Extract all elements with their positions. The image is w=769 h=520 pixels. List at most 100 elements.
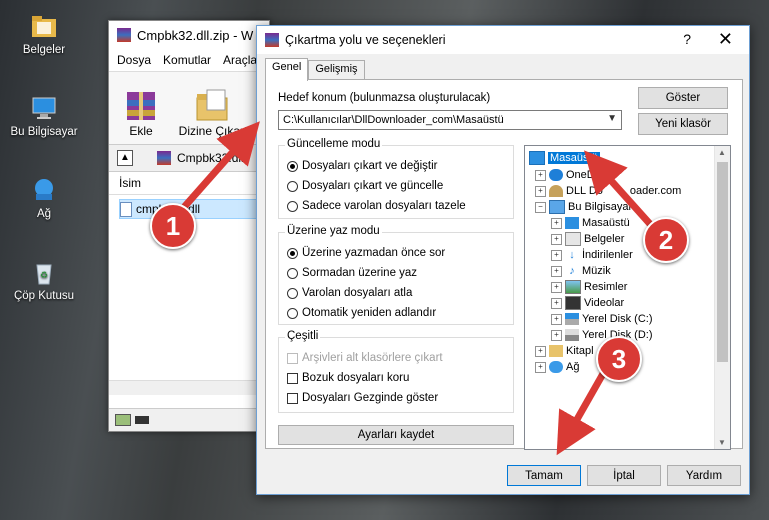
desktop-icon-documents[interactable]: Belgeler	[4, 12, 84, 56]
svg-text:♻: ♻	[40, 270, 48, 280]
add-button[interactable]: Ekle	[109, 72, 173, 144]
drive-icon	[565, 313, 579, 325]
computer-icon	[549, 200, 565, 214]
expand-icon[interactable]: +	[535, 361, 546, 373]
menu-file[interactable]: Dosya	[117, 53, 151, 67]
misc-option[interactable]: Bozuk dosyaları koru	[287, 372, 409, 384]
add-label: Ekle	[129, 124, 153, 138]
tree-scrollbar[interactable]: ▲ ▼	[714, 146, 730, 449]
pictures-icon	[565, 280, 581, 294]
expand-icon[interactable]: +	[551, 313, 562, 325]
tab-advanced[interactable]: Gelişmiş	[308, 60, 365, 81]
radio-button[interactable]	[287, 180, 298, 192]
winrar-app-icon	[117, 28, 131, 42]
expand-icon[interactable]: +	[535, 345, 546, 357]
radio-button[interactable]	[287, 267, 298, 279]
column-header-name[interactable]: İsim	[109, 172, 269, 195]
tree-item-drive-c[interactable]: + Yerel Disk (C:)	[551, 311, 653, 327]
desktop-icon-this-pc[interactable]: Bu Bilgisayar	[4, 94, 84, 138]
radio-button[interactable]	[287, 287, 298, 299]
radio-button[interactable]	[287, 200, 298, 212]
tree-item-pictures[interactable]: + Resimler	[551, 279, 627, 295]
scroll-up-icon[interactable]: ▲	[718, 148, 726, 157]
tree-item-user[interactable]: + DLL Do oader.com	[535, 183, 681, 199]
extract-folder-icon	[196, 89, 228, 121]
folder-tree[interactable]: Masaüstü + OneDr + DLL Do oader.com − Bu …	[524, 145, 731, 450]
tree-item-libraries[interactable]: + Kitapl	[535, 343, 594, 359]
tab-general[interactable]: Genel	[265, 58, 309, 81]
show-button[interactable]: Göster	[638, 87, 728, 109]
up-folder-icon[interactable]: ▲	[117, 150, 133, 166]
menu-tools[interactable]: Araçla	[223, 53, 257, 67]
scrollbar-thumb[interactable]	[717, 162, 728, 362]
music-icon: ♪	[569, 265, 575, 277]
help-button[interactable]: Yardım	[667, 465, 741, 486]
desktop-icon-network[interactable]: Ağ	[4, 176, 84, 220]
expand-icon[interactable]: +	[551, 265, 562, 277]
expand-icon[interactable]: +	[551, 297, 562, 309]
help-icon[interactable]: ?	[683, 31, 691, 47]
expand-icon[interactable]: +	[551, 281, 562, 293]
drive-status-icon	[115, 414, 131, 426]
option-label: Üzerine yazmadan önce sor	[302, 247, 446, 259]
winrar-horizontal-scrollbar[interactable]	[109, 380, 269, 395]
tree-item-pc-desktop[interactable]: + Masaüstü	[551, 215, 630, 231]
tree-item-label: İndirilenler	[582, 249, 633, 261]
tree-item-label: OneDr	[566, 169, 599, 181]
tree-item-videos[interactable]: + Videolar	[551, 295, 624, 311]
cancel-button[interactable]: İptal	[587, 465, 661, 486]
recycle-bin-icon: ♻	[30, 258, 58, 286]
chevron-down-icon[interactable]: ▼	[607, 113, 617, 124]
tree-item-this-pc[interactable]: − Bu Bilgisayar	[535, 199, 632, 215]
tree-item-onedrive[interactable]: + OneDr	[535, 167, 598, 183]
update-mode-option[interactable]: Sadece varolan dosyaları tazele	[287, 200, 466, 212]
tree-item-music[interactable]: + ♪ Müzik	[551, 263, 611, 279]
misc-option[interactable]: Dosyaları Gezginde göster	[287, 392, 438, 404]
tree-item-label: Müzik	[582, 265, 611, 277]
collapse-icon[interactable]: −	[535, 201, 546, 213]
videos-icon	[565, 296, 581, 310]
desktop-icon-recycle-bin[interactable]: ♻ Çöp Kutusu	[4, 258, 84, 302]
tree-item-label: Masaüstü	[582, 217, 630, 229]
overwrite-mode-option[interactable]: Varolan dosyaları atla	[287, 287, 412, 299]
overwrite-mode-option[interactable]: Sormadan üzerine yaz	[287, 267, 417, 279]
radio-button[interactable]	[287, 307, 298, 319]
tree-item-label: DLL Do	[566, 185, 603, 197]
expand-icon[interactable]: +	[551, 249, 562, 261]
archive-icon	[157, 151, 171, 165]
menu-commands[interactable]: Komutlar	[163, 53, 211, 67]
tree-item-documents[interactable]: + Belgeler	[551, 231, 624, 247]
close-icon[interactable]: ✕	[718, 29, 733, 50]
save-settings-button[interactable]: Ayarları kaydet	[278, 425, 514, 445]
overwrite-mode-option[interactable]: Üzerine yazmadan önce sor	[287, 247, 445, 259]
update-mode-option[interactable]: Dosyaları çıkart ve değiştir	[287, 160, 438, 172]
checkbox[interactable]	[287, 372, 298, 384]
destination-path-value: C:\Kullanıcılar\DllDownloader_com\Masaüs…	[283, 114, 504, 126]
extract-to-button[interactable]: Dizine Çıkart	[173, 72, 253, 144]
expand-icon[interactable]: +	[535, 185, 546, 197]
ok-button[interactable]: Tamam	[507, 465, 581, 486]
destination-path-combobox[interactable]: C:\Kullanıcılar\DllDownloader_com\Masaüs…	[278, 110, 622, 130]
radio-button[interactable]	[287, 247, 298, 259]
tree-item-desktop[interactable]: Masaüstü	[529, 150, 600, 166]
radio-button[interactable]	[287, 160, 298, 172]
tree-item-downloads[interactable]: + ↓ İndirilenler	[551, 247, 633, 263]
overwrite-mode-option[interactable]: Otomatik yeniden adlandır	[287, 307, 436, 319]
tree-item-drive-d[interactable]: + Yerel Disk (D:)	[551, 327, 653, 343]
expand-icon[interactable]: +	[551, 217, 562, 229]
tree-item-label: Belgeler	[584, 233, 625, 245]
expand-icon[interactable]: +	[551, 329, 562, 341]
extract-to-label: Dizine Çıkart	[178, 124, 248, 138]
scroll-down-icon[interactable]: ▼	[718, 438, 726, 447]
tree-item-network[interactable]: + Ağ	[535, 359, 579, 375]
update-mode-option[interactable]: Dosyaları çıkart ve güncelle	[287, 180, 443, 192]
address-path[interactable]: Cmpbk32.dll	[177, 151, 244, 165]
new-folder-button[interactable]: Yeni klasör	[638, 113, 728, 135]
expand-icon[interactable]: +	[551, 233, 562, 245]
option-label: Sadece varolan dosyaları tazele	[302, 200, 466, 212]
general-panel: Hedef konum (bulunmazsa oluşturulacak) C…	[265, 79, 743, 450]
checkbox[interactable]	[287, 392, 298, 404]
expand-icon[interactable]: +	[535, 169, 546, 181]
option-label: Bozuk dosyaları koru	[302, 372, 410, 384]
tree-item-label-partial: oader.com	[629, 185, 682, 197]
